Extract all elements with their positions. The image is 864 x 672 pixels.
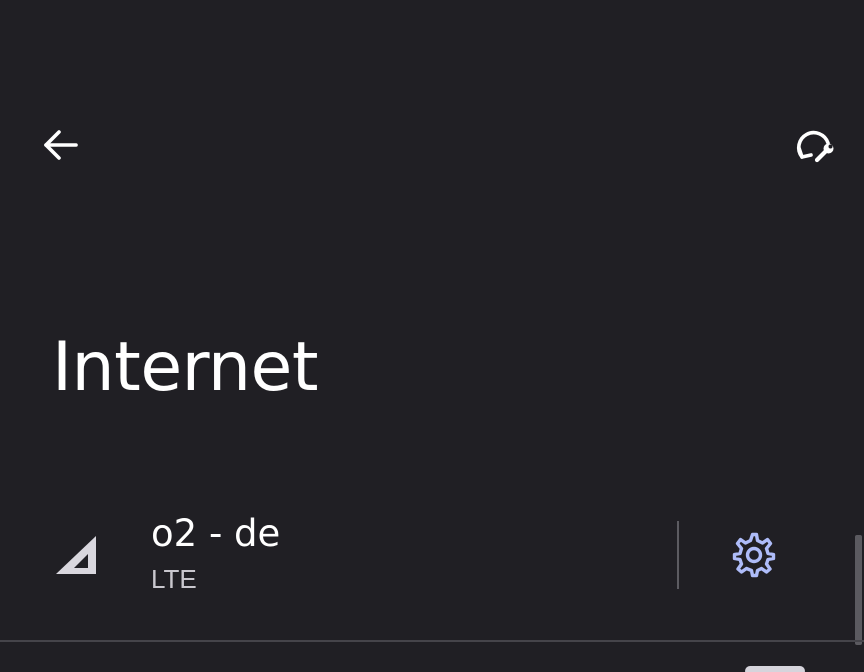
gear-icon [732,532,776,578]
network-text: o2 - de LTE [151,512,280,594]
page-title: Internet [52,328,319,407]
network-settings-button[interactable] [726,527,782,583]
network-name: o2 - de [151,512,281,555]
network-list-item[interactable]: o2 - de LTE [0,500,850,610]
back-button[interactable] [32,117,88,173]
network-reset-button[interactable] [786,117,842,173]
vertical-divider [677,521,679,589]
internet-settings-screen: Internet o2 - de LTE [0,0,864,672]
network-reset-icon [796,130,834,163]
scrollbar[interactable] [855,535,862,645]
arrow-back-icon [44,130,78,160]
list-divider [0,640,864,642]
cellular-signal-icon [56,536,96,574]
toggle-switch[interactable] [745,666,805,672]
network-type: LTE [151,564,197,594]
